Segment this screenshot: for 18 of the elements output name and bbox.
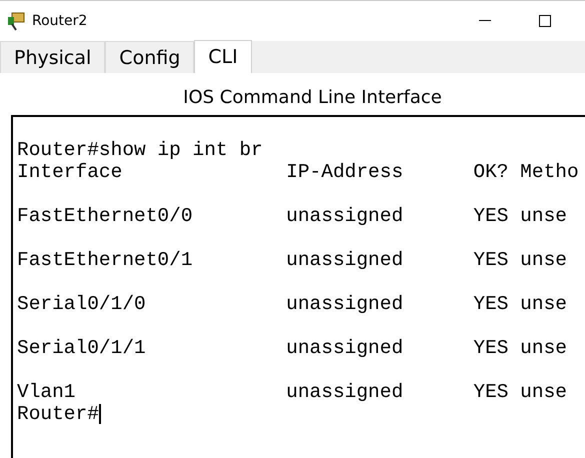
tab[interactable]: Physical: [0, 41, 106, 73]
terminal-line: FastEthernet0/0 unassigned YES unse: [17, 205, 567, 227]
heading: IOS Command Line Interface: [182, 86, 443, 110]
app-icon: [6, 11, 26, 31]
terminal-panel[interactable]: [11, 115, 585, 458]
tab[interactable]: CLI: [194, 40, 252, 73]
terminal-line: Serial0/1/0 unassigned YES unse: [17, 293, 567, 315]
terminal-line: Router#show ip int br: [17, 139, 263, 161]
maximize-icon[interactable]: [539, 15, 551, 27]
terminal-line: Vlan1 unassigned YES unse: [17, 381, 567, 403]
tab[interactable]: Config: [105, 41, 194, 73]
terminal-line: FastEthernet0/1 unassigned YES unse: [17, 249, 567, 271]
terminal-line: Serial0/1/1 unassigned YES unse: [17, 337, 567, 359]
terminal-line: Interface IP-Address OK? Metho: [17, 161, 579, 183]
text-cursor: [98, 404, 101, 424]
terminal-line: Router#: [17, 403, 99, 425]
window-title: Router2: [32, 13, 88, 29]
minimize-icon[interactable]: [479, 20, 491, 22]
